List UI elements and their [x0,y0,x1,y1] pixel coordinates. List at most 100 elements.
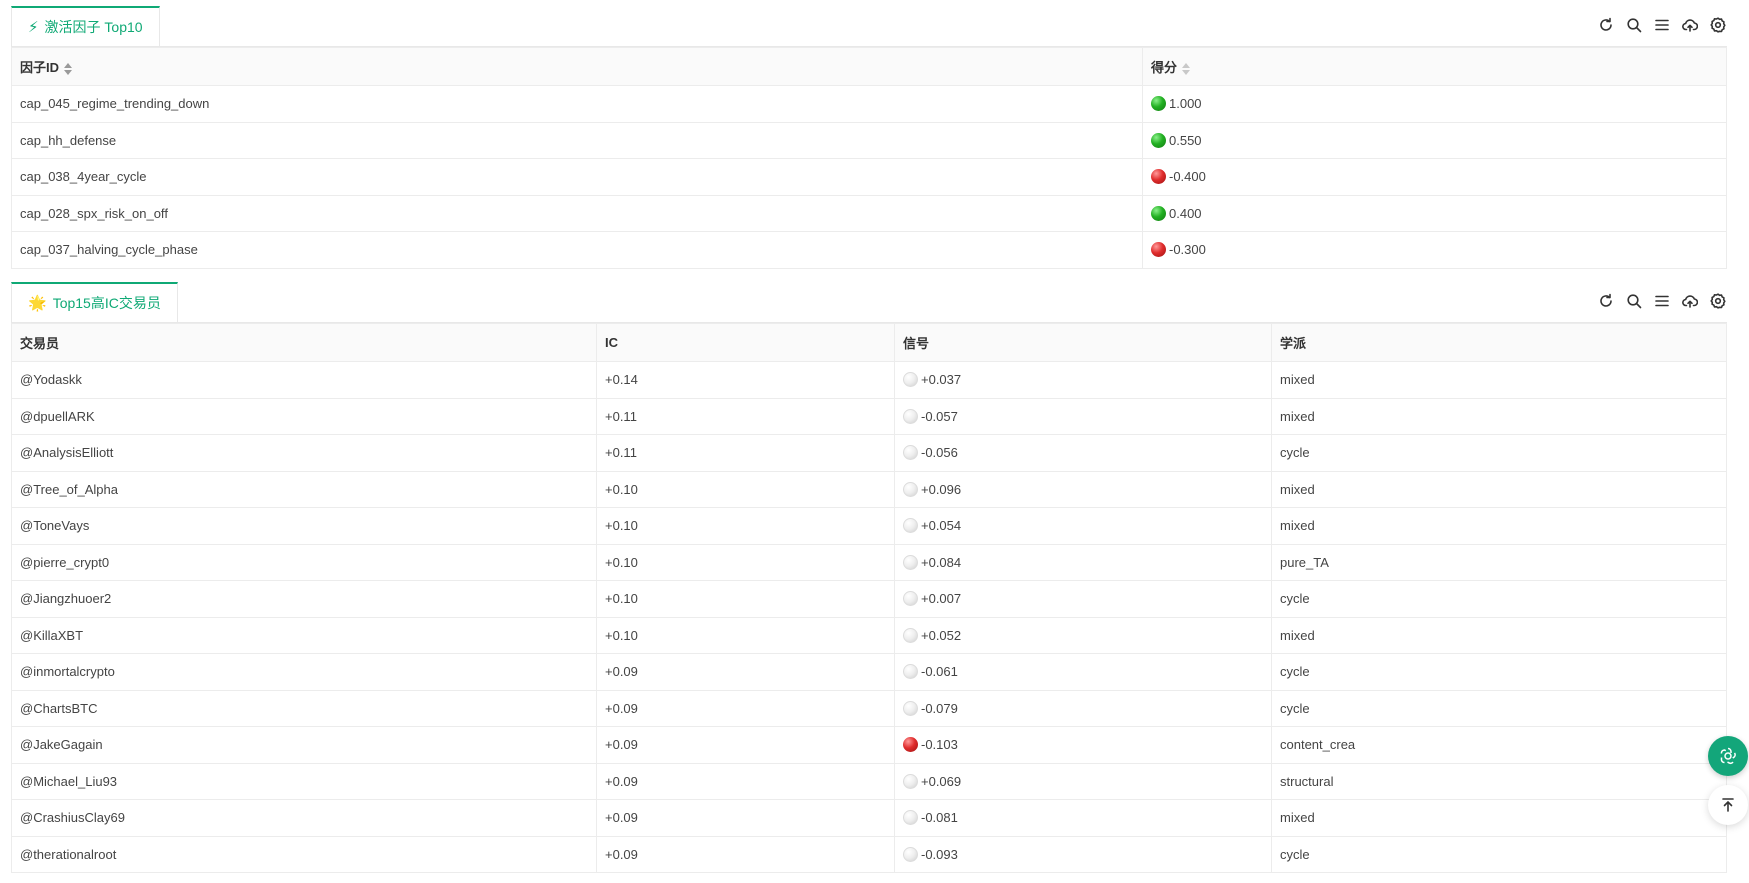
column-header-label: 得分 [1151,60,1178,75]
traders-table-body: @Yodaskk +0.14 +0.037 mixed @dpuellARK +0.11 -… [11,361,1727,873]
trader-cell: @CrashiusClay69 [11,799,597,837]
table-row[interactable]: cap_028_spx_risk_on_off 0.400 [11,194,1727,232]
table-row[interactable]: @inmortalcrypto +0.09 -0.061 cycle [11,653,1727,691]
signal-cell: +0.007 [894,580,1272,618]
signal-value: -0.056 [921,445,958,461]
score-cell: -0.300 [1142,231,1727,269]
factor-id-cell: cap_045_regime_trending_down [11,85,1143,123]
assistant-icon [1720,747,1736,765]
sort-icon[interactable] [64,62,73,75]
table-row[interactable]: cap_037_halving_cycle_phase -0.300 [11,231,1727,269]
signal-value: +0.007 [921,591,962,607]
signal-cell: +0.069 [894,762,1272,800]
ic-cell: +0.10 [596,580,895,618]
table-row[interactable]: @CrashiusClay69 +0.09 -0.081 mixed [11,799,1727,837]
column-header-score[interactable]: 得分 [1142,47,1727,86]
trader-cell: @therationalroot [11,835,597,873]
table-row[interactable]: cap_038_4year_cycle -0.400 [11,158,1727,196]
column-header-label: 因子ID [20,60,60,75]
signal-value: +0.037 [921,372,962,388]
column-header-trader[interactable]: 交易员 [11,323,597,362]
signal-cell: -0.061 [894,653,1272,691]
search-icon[interactable] [1625,16,1643,34]
signal-value: -0.093 [921,846,958,862]
table-row[interactable]: @dpuellARK +0.11 -0.057 mixed [11,397,1727,435]
school-cell: pure_TA [1271,543,1727,581]
score-value: 0.550 [1169,132,1202,148]
list-icon[interactable] [1653,292,1671,310]
ic-cell: +0.10 [596,507,895,545]
table-row[interactable]: @ToneVays +0.10 +0.054 mixed [11,507,1727,545]
table-row[interactable]: @ChartsBTC +0.09 -0.079 cycle [11,689,1727,727]
column-header-signal[interactable]: 信号 [894,323,1272,362]
table-row[interactable]: @Michael_Liu93 +0.09 +0.069 structural [11,762,1727,800]
ic-cell: +0.09 [596,653,895,691]
school-cell: mixed [1271,397,1727,435]
trader-cell: @inmortalcrypto [11,653,597,691]
school-cell: content_crea [1271,726,1727,764]
table-header-row: 交易员 IC 信号 学派 [11,323,1727,362]
back-to-top-button[interactable] [1708,785,1748,825]
table-row[interactable]: cap_045_regime_trending_down 1.000 [11,85,1727,123]
red-dot-icon [1151,169,1166,185]
school-cell: cycle [1271,434,1727,472]
table-row[interactable]: @Jiangzhuoer2 +0.10 +0.007 cycle [11,580,1727,618]
green-dot-icon [1151,96,1166,112]
refresh-icon[interactable] [1597,16,1615,34]
ic-cell: +0.09 [596,762,895,800]
white-dot-icon [903,627,918,643]
white-dot-icon [903,372,918,388]
table-row[interactable]: cap_hh_defense 0.550 [11,121,1727,159]
sort-icon[interactable] [1182,62,1191,75]
signal-value: +0.054 [921,518,962,534]
refresh-icon[interactable] [1597,292,1615,310]
signal-value: -0.103 [921,737,958,753]
signal-value: -0.057 [921,408,958,424]
table-row[interactable]: @therationalroot +0.09 -0.093 cycle [11,835,1727,873]
table-row[interactable]: @JakeGagain +0.09 -0.103 content_crea [11,726,1727,764]
white-dot-icon [903,810,918,826]
table-row[interactable]: @KillaXBT +0.10 +0.052 mixed [11,616,1727,654]
tab-factors[interactable]: ⚡ 激活因子 Top10 [11,6,160,46]
signal-cell: -0.093 [894,835,1272,873]
search-icon[interactable] [1625,292,1643,310]
tab-traders[interactable]: 🌟 Top15高IC交易员 [11,282,178,322]
gear-icon[interactable] [1709,292,1727,310]
trader-cell: @pierre_crypt0 [11,543,597,581]
list-icon[interactable] [1653,16,1671,34]
score-value: -0.300 [1169,242,1206,258]
school-cell: cycle [1271,580,1727,618]
ic-cell: +0.10 [596,470,895,508]
white-dot-icon [903,481,918,497]
ic-cell: +0.09 [596,689,895,727]
column-header-id[interactable]: 因子ID [11,47,1143,86]
column-header-school[interactable]: 学派 [1271,323,1727,362]
cloud-upload-icon[interactable] [1681,16,1699,34]
signal-value: +0.052 [921,627,962,643]
table-row[interactable]: @Yodaskk +0.14 +0.037 mixed [11,361,1727,399]
table-row[interactable]: @Tree_of_Alpha +0.10 +0.096 mixed [11,470,1727,508]
green-dot-icon [1151,205,1166,221]
table-row[interactable]: @AnalysisElliott +0.11 -0.056 cycle [11,434,1727,472]
traders-table: 交易员 IC 信号 学派 @Yodaskk +0.14 +0.037 mixed @dp… [11,323,1727,873]
red-dot-icon [903,737,918,753]
trader-cell: @dpuellARK [11,397,597,435]
school-cell: structural [1271,762,1727,800]
white-dot-icon [903,846,918,862]
signal-cell: +0.054 [894,507,1272,545]
school-cell: mixed [1271,361,1727,399]
column-header-ic[interactable]: IC [596,323,895,362]
signal-value: -0.079 [921,700,958,716]
factor-id-cell: cap_038_4year_cycle [11,158,1143,196]
score-value: 1.000 [1169,96,1202,112]
cloud-upload-icon[interactable] [1681,292,1699,310]
score-value: -0.400 [1169,169,1206,185]
trader-cell: @Yodaskk [11,361,597,399]
table-row[interactable]: @pierre_crypt0 +0.10 +0.084 pure_TA [11,543,1727,581]
white-dot-icon [903,445,918,461]
arrow-up-icon [1722,798,1734,812]
white-dot-icon [903,408,918,424]
assistant-button[interactable] [1708,736,1748,776]
gear-icon[interactable] [1709,16,1727,34]
signal-cell: +0.096 [894,470,1272,508]
